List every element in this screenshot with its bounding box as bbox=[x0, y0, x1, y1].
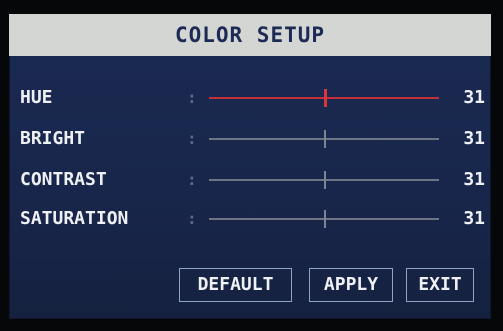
saturation-value: 31 bbox=[463, 208, 485, 229]
hue-row[interactable]: HUE : 31 bbox=[9, 83, 491, 113]
contrast-slider-thumb[interactable] bbox=[324, 171, 326, 189]
contrast-slider[interactable] bbox=[209, 171, 439, 189]
hue-slider-thumb[interactable] bbox=[324, 89, 327, 107]
contrast-label: CONTRAST bbox=[20, 169, 107, 190]
contrast-separator: : bbox=[187, 170, 197, 189]
saturation-slider[interactable] bbox=[209, 210, 439, 228]
default-button[interactable]: DEFAULT bbox=[179, 268, 292, 302]
apply-button[interactable]: APPLY bbox=[309, 268, 393, 302]
bright-slider-thumb[interactable] bbox=[324, 130, 326, 148]
bright-separator: : bbox=[187, 129, 197, 148]
bright-row[interactable]: BRIGHT : 31 bbox=[9, 124, 491, 154]
bright-value: 31 bbox=[463, 128, 485, 149]
saturation-separator: : bbox=[187, 209, 197, 228]
hue-separator: : bbox=[187, 88, 197, 107]
hue-slider[interactable] bbox=[209, 89, 439, 107]
saturation-row[interactable]: SATURATION : 31 bbox=[9, 204, 491, 234]
hue-value: 31 bbox=[463, 87, 485, 108]
page-title: COLOR SETUP bbox=[174, 23, 326, 47]
bright-label: BRIGHT bbox=[20, 128, 86, 149]
contrast-row[interactable]: CONTRAST : 31 bbox=[9, 165, 491, 195]
title-bar: COLOR SETUP bbox=[9, 14, 491, 56]
saturation-label: SATURATION bbox=[20, 208, 129, 229]
hue-label: HUE bbox=[20, 87, 53, 108]
bright-slider[interactable] bbox=[209, 130, 439, 148]
saturation-slider-thumb[interactable] bbox=[324, 210, 326, 228]
exit-button[interactable]: EXIT bbox=[406, 268, 474, 302]
contrast-value: 31 bbox=[463, 169, 485, 190]
